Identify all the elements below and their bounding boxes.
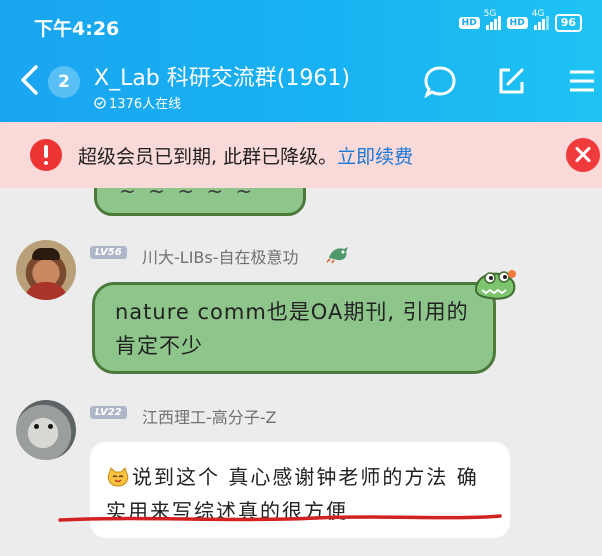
status-time: 下午4:26 [34, 18, 120, 40]
smiling-face-emoji-icon [107, 467, 129, 487]
level-badge: LV22 [90, 406, 127, 419]
back-arrow-icon[interactable] [18, 64, 42, 96]
banner-message: 超级会员已到期, 此群已降级。 [78, 146, 338, 168]
banner-text: 超级会员已到期, 此群已降级。立即续费 [78, 142, 413, 169]
chat-bubble-icon[interactable] [422, 64, 458, 100]
close-icon[interactable] [566, 138, 600, 172]
level-badge: LV56 [90, 246, 127, 259]
warning-icon [30, 139, 62, 171]
signal-icon: 4G [532, 9, 549, 30]
online-count: 1376人在线 [109, 97, 182, 112]
unread-badge[interactable]: 2 [48, 66, 80, 98]
message-text: nature comm也是OA期刊, 引用的肯定不少 [115, 300, 469, 358]
status-icons: HD 5G HD 4G 96 [458, 9, 582, 32]
signal-icon: 5G [484, 9, 501, 30]
crocodile-sticker-icon [474, 270, 516, 300]
hd-badge: HD [506, 17, 528, 29]
edit-icon[interactable] [494, 64, 528, 98]
message-bubble[interactable]: nature comm也是OA期刊, 引用的肯定不少 [92, 282, 496, 374]
avatar[interactable] [16, 240, 76, 300]
chat-header: 下午4:26 HD 5G HD 4G 96 2 X_Lab 科研交流群(1961… [0, 0, 602, 122]
dragon-title-icon [326, 247, 348, 264]
renew-link[interactable]: 立即续费 [337, 146, 413, 168]
red-underline-annotation [58, 514, 502, 522]
message-bubble: ~ ~ ~ ~ ~ [94, 188, 306, 216]
group-title[interactable]: X_Lab 科研交流群(1961) [94, 60, 350, 92]
online-status: 1376人在线 [94, 93, 181, 112]
hd-badge: HD [458, 17, 480, 29]
avatar[interactable] [16, 400, 76, 460]
online-check-icon [94, 96, 106, 109]
sender-name[interactable]: 川大-LIBs-自在极意功 [142, 244, 299, 268]
battery-icon: 96 [554, 14, 582, 32]
message-list[interactable]: ~ ~ ~ ~ ~ LV56 川大-LIBs-自在极意功 nature comm… [0, 188, 602, 556]
membership-expired-banner: 超级会员已到期, 此群已降级。立即续费 [0, 122, 602, 188]
menu-icon[interactable] [568, 64, 596, 98]
sender-name[interactable]: 江西理工-高分子-Z [142, 404, 277, 428]
